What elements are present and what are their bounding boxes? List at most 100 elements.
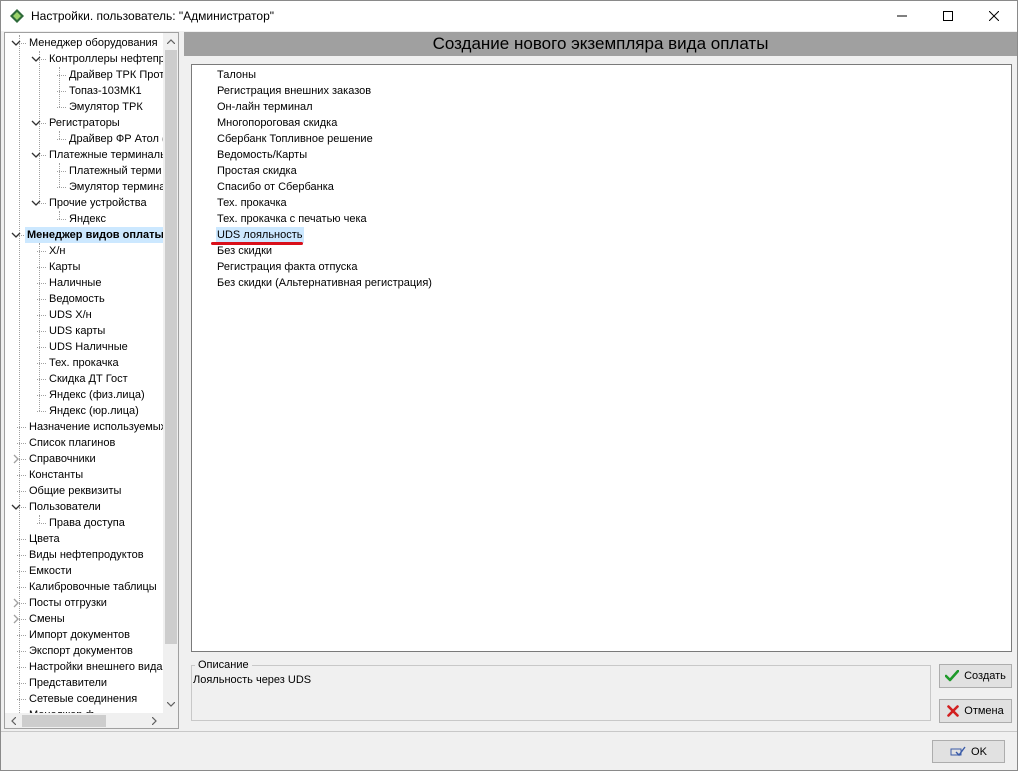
tree-vertical-scrollbar[interactable] — [163, 33, 178, 713]
maximize-button[interactable] — [925, 1, 971, 31]
tree-connector — [37, 523, 46, 524]
scroll-right-arrow[interactable] — [146, 713, 163, 728]
payment-type-list[interactable]: Талоны Регистрация внешних заказов Он-лайн… — [191, 64, 1012, 652]
create-button[interactable]: Создать — [939, 664, 1012, 688]
tree-guide-line — [19, 35, 20, 713]
tree-item[interactable]: Драйвер ФР Атол ( — [67, 131, 163, 147]
list-item[interactable]: Он-лайн терминал — [216, 99, 314, 115]
tree-items: Менеджер оборудования Контроллеры нефтепр… — [5, 33, 163, 713]
minimize-icon — [897, 15, 907, 17]
tree-item[interactable]: Пользователи — [27, 499, 103, 515]
list-item[interactable]: Многопороговая скидка — [216, 115, 338, 131]
cancel-button-label: Отмена — [964, 705, 1004, 717]
tree-item[interactable]: Платежные терминалы — [47, 147, 163, 163]
scroll-left-arrow[interactable] — [5, 713, 22, 728]
minimize-button[interactable] — [879, 1, 925, 31]
hscroll-thumb[interactable] — [22, 715, 106, 727]
tree-connector — [57, 107, 66, 108]
tree-guide-line — [39, 243, 40, 411]
ok-button-label: OK — [971, 745, 987, 758]
tree-item[interactable]: Общие реквизиты — [27, 483, 123, 499]
settings-tree[interactable]: Менеджер оборудования Контроллеры нефтепр… — [4, 32, 179, 729]
tree-item[interactable]: Топаз-103МК1 — [67, 83, 144, 99]
close-icon — [989, 11, 999, 21]
tree-item[interactable]: Платежный терми — [67, 163, 163, 179]
tree-horizontal-scrollbar[interactable] — [5, 713, 163, 728]
tree-connector — [57, 139, 66, 140]
tree-item[interactable]: Емкости — [27, 563, 74, 579]
list-item[interactable]: Регистрация факта отпуска — [216, 259, 358, 275]
tree-item[interactable]: Посты отгрузки — [27, 595, 109, 611]
tree-item[interactable]: Настройки внешнего вида — [27, 659, 163, 675]
tree-item[interactable]: Яндекс (физ.лица) — [47, 387, 147, 403]
tree-item[interactable]: Цвета — [27, 531, 62, 547]
tree-item[interactable]: Регистраторы — [47, 115, 122, 131]
ok-button[interactable]: OK — [932, 740, 1005, 763]
scroll-corner — [163, 713, 178, 728]
tree-item[interactable]: UDS Х/н — [47, 307, 94, 323]
list-item[interactable]: Без скидки (Альтернативная регистрация) — [216, 275, 433, 291]
cancel-button[interactable]: Отмена — [939, 699, 1012, 723]
tree-item[interactable]: Карты — [47, 259, 82, 275]
checkmark-icon — [945, 670, 960, 682]
description-label: Описание — [195, 659, 252, 671]
tree-item[interactable]: UDS Наличные — [47, 339, 130, 355]
section-header: Создание нового экземпляра вида оплаты — [184, 32, 1017, 56]
tree-item[interactable]: Яндекс — [67, 211, 108, 227]
tree-connector — [37, 411, 46, 412]
tree-item[interactable]: Список плагинов — [27, 435, 117, 451]
list-item[interactable]: Ведомость/Карты — [216, 147, 308, 163]
tree-item[interactable]: Смены — [27, 611, 67, 627]
tree-item[interactable]: Контроллеры нефтепр — [47, 51, 163, 67]
tree-item[interactable]: Прочие устройства — [47, 195, 149, 211]
tree-item[interactable]: Представители — [27, 675, 109, 691]
tree-item[interactable]: Драйвер ТРК Прот — [67, 67, 163, 83]
title-bar[interactable]: Настройки. пользователь: "Администратор" — [1, 1, 1017, 31]
tree-item[interactable]: Виды нефтепродуктов — [27, 547, 146, 563]
list-item[interactable]: Простая скидка — [216, 163, 298, 179]
tree-item[interactable]: Наличные — [47, 275, 103, 291]
tree-item[interactable]: Экспорт документов — [27, 643, 135, 659]
app-icon — [10, 9, 24, 23]
annotation-underline — [211, 242, 303, 245]
tree-item[interactable]: Ведомость — [47, 291, 107, 307]
ok-check-icon — [950, 746, 966, 757]
tree-item[interactable]: Тех. прокачка — [47, 355, 121, 371]
tree-item[interactable]: Х/н — [47, 243, 67, 259]
list-item[interactable]: Регистрация внешних заказов — [216, 83, 372, 99]
tree-item[interactable]: Эмулятор термина — [67, 179, 163, 195]
scroll-thumb[interactable] — [165, 50, 177, 644]
tree-item[interactable]: UDS карты — [47, 323, 107, 339]
tree-item[interactable]: Менеджер оборудования — [27, 35, 160, 51]
tree-guide-line — [59, 163, 60, 187]
tree-item[interactable]: Скидка ДТ Гост — [47, 371, 130, 387]
close-button[interactable] — [971, 1, 1017, 31]
scroll-up-arrow[interactable] — [163, 33, 178, 50]
list-item[interactable]: Сбербанк Топливное решение — [216, 131, 374, 147]
tree-item[interactable]: Калибровочные таблицы — [27, 579, 159, 595]
tree-guide-line — [39, 51, 40, 203]
tree-guide-line — [59, 211, 60, 219]
tree-item[interactable]: Менеджер видов оплаты — [25, 227, 163, 243]
footer-separator — [1, 731, 1017, 732]
tree-item[interactable]: Константы — [27, 467, 85, 483]
list-item[interactable]: Спасибо от Сбербанка — [216, 179, 335, 195]
list-item[interactable]: Талоны — [216, 67, 257, 83]
tree-item[interactable]: Сетевые соединения — [27, 691, 139, 707]
tree-item[interactable]: Права доступа — [47, 515, 127, 531]
tree-guide-line — [59, 67, 60, 107]
tree-item[interactable]: Яндекс (юр.лица) — [47, 403, 141, 419]
scroll-down-arrow[interactable] — [163, 696, 178, 713]
tree-item[interactable]: Импорт документов — [27, 627, 132, 643]
list-item[interactable]: Тех. прокачка с печатью чека — [216, 211, 368, 227]
tree-item[interactable]: Справочники — [27, 451, 98, 467]
tree-item[interactable]: Назначение используемых — [27, 419, 163, 435]
settings-window: Настройки. пользователь: "Администратор"… — [0, 0, 1018, 771]
window-title: Настройки. пользователь: "Администратор" — [31, 9, 275, 23]
list-item[interactable]: UDS лояльность — [216, 227, 304, 243]
tree-item[interactable]: Эмулятор ТРК — [67, 99, 145, 115]
list-item[interactable]: Тех. прокачка — [216, 195, 288, 211]
tree-connector — [57, 219, 66, 220]
list-item[interactable]: Без скидки — [216, 243, 273, 259]
chevron-up-icon — [167, 39, 175, 44]
